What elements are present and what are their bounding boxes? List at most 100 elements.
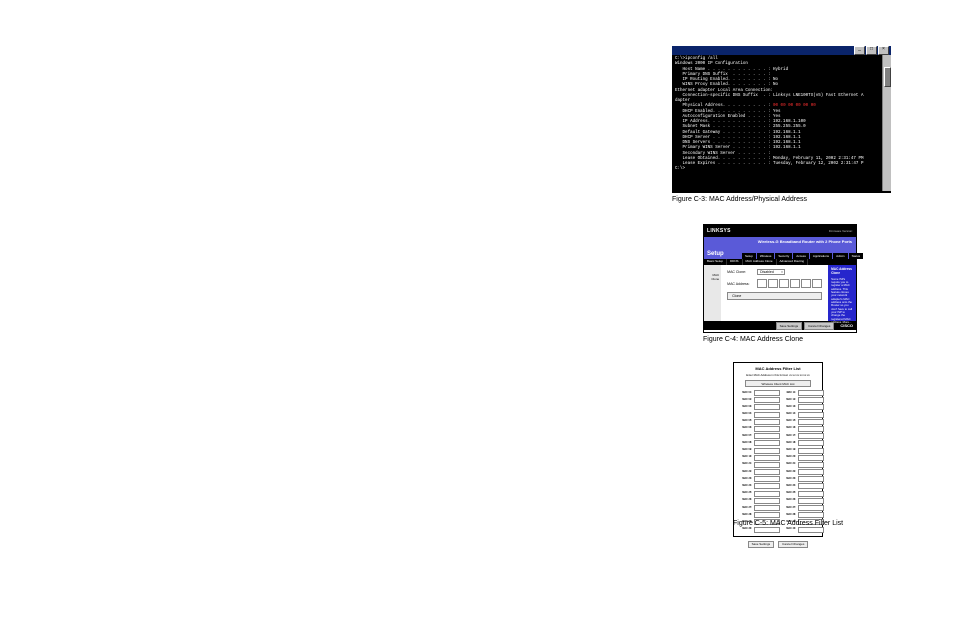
mac-input[interactable] — [754, 404, 780, 410]
scroll-thumb[interactable] — [884, 67, 891, 87]
mac-octet-input[interactable] — [812, 279, 822, 288]
product-title: Wireless-G Broadband Router with 2 Phone… — [758, 239, 852, 244]
mac-row-label: MAC 32: — [782, 469, 796, 475]
mac-row-label: MAC 08: — [738, 440, 752, 446]
maximize-button[interactable]: □ — [866, 46, 877, 55]
mac-input[interactable] — [798, 455, 824, 461]
mac-input[interactable] — [754, 491, 780, 497]
mac-input[interactable] — [754, 448, 780, 454]
mac-input[interactable] — [798, 440, 824, 446]
mac-row-label: MAC 05: — [738, 419, 752, 425]
save-settings-button[interactable]: Save Settings — [776, 322, 803, 330]
mac-filter-panel: MAC Address Filter List Enter MAC Addres… — [733, 362, 823, 537]
mac-input[interactable] — [754, 397, 780, 403]
mac-input[interactable] — [798, 448, 824, 454]
main-tab[interactable]: Security — [775, 253, 792, 259]
mac-input[interactable] — [754, 440, 780, 446]
main-tab[interactable]: Applications — [810, 253, 832, 259]
mac-row-label: MAC 02: — [738, 397, 752, 403]
mac-row-label: MAC 20: — [782, 455, 796, 461]
mac-input[interactable] — [754, 419, 780, 425]
mac-input[interactable] — [798, 462, 824, 468]
mac-input[interactable] — [754, 505, 780, 511]
mac-row-label: MAC 17: — [782, 433, 796, 439]
main-tab[interactable]: Admin — [833, 253, 848, 259]
mac-input[interactable] — [754, 455, 780, 461]
mac-row-label: MAC 01: — [738, 390, 752, 396]
cancel-changes-button[interactable]: Cancel Changes — [804, 322, 834, 330]
mac-row-label: MAC 26: — [738, 498, 752, 504]
mac-row-label: MAC 37: — [782, 505, 796, 511]
mac-input[interactable] — [798, 412, 824, 418]
mac-input[interactable] — [798, 419, 824, 425]
main-tabs: SetupWirelessSecurityAccessApplicationsA… — [742, 253, 864, 259]
mac-row-label: MAC 25: — [738, 491, 752, 497]
mac-octet-input[interactable] — [779, 279, 789, 288]
mac-row-label: MAC 23: — [738, 476, 752, 482]
mac-octet-input[interactable] — [790, 279, 800, 288]
mac-input[interactable] — [798, 527, 824, 533]
mac-input[interactable] — [798, 498, 824, 504]
mac-input[interactable] — [798, 483, 824, 489]
mac-row-label: MAC 24: — [738, 483, 752, 489]
scrollbar[interactable] — [882, 55, 891, 191]
help-text: Some ISPs require you to register a MAC … — [831, 278, 853, 325]
mac-input[interactable] — [754, 426, 780, 432]
page: _ □ × C:\>ipconfig /allWindows 2000 IP C… — [0, 0, 954, 618]
mac-row-label: MAC 33: — [782, 476, 796, 482]
mac-input[interactable] — [798, 426, 824, 432]
mac-input[interactable] — [754, 469, 780, 475]
mac-octet-input[interactable] — [757, 279, 767, 288]
mac-clone-select[interactable]: Disabled — [757, 269, 785, 275]
wireless-client-list-button[interactable]: Wireless Client MAC List — [745, 380, 811, 387]
main-tab[interactable]: Status — [849, 253, 864, 259]
cmd-titlebar: _ □ × — [672, 46, 891, 55]
mac-row-label: MAC 36: — [782, 498, 796, 504]
mac-input[interactable] — [754, 462, 780, 468]
mac-input[interactable] — [798, 469, 824, 475]
main-tab[interactable]: Setup — [742, 253, 756, 259]
mac-input[interactable] — [754, 433, 780, 439]
mac-row-label: MAC 21: — [738, 462, 752, 468]
mac-input[interactable] — [798, 397, 824, 403]
save-settings-button[interactable]: Save Settings — [748, 541, 775, 548]
figure-caption-1: Figure C-3: MAC Address/Physical Address — [672, 196, 807, 203]
mac-address-label: MAC Address: — [727, 282, 757, 286]
mac-input[interactable] — [798, 491, 824, 497]
mac-input[interactable] — [798, 433, 824, 439]
mac-input[interactable] — [754, 476, 780, 482]
cmd-output: C:\>ipconfig /allWindows 2000 IP Configu… — [672, 55, 891, 193]
close-button[interactable]: × — [878, 46, 889, 55]
mac-input[interactable] — [754, 412, 780, 418]
mac-input[interactable] — [798, 505, 824, 511]
mac-row-label: MAC 06: — [738, 426, 752, 432]
mac-input[interactable] — [754, 390, 780, 396]
figure-caption-2: Figure C-4: MAC Address Clone — [703, 336, 803, 343]
main-tab[interactable]: Access — [793, 253, 809, 259]
clone-button[interactable]: Clone — [727, 292, 822, 300]
mac-octet-input[interactable] — [768, 279, 778, 288]
main-tab[interactable]: Wireless — [757, 253, 775, 259]
mac-row-label: MAC 28: — [738, 512, 752, 518]
mac-input[interactable] — [754, 512, 780, 518]
mac-input[interactable] — [798, 390, 824, 396]
mac-input[interactable] — [798, 476, 824, 482]
mac-input[interactable] — [798, 512, 824, 518]
mac-octet-input[interactable] — [801, 279, 811, 288]
mac-input[interactable] — [754, 483, 780, 489]
mac-input[interactable] — [754, 527, 780, 533]
mac-filter-sub: Enter MAC Address in this format: xx:xx:… — [738, 373, 818, 377]
mac-row-label: MAC 15: — [782, 419, 796, 425]
mac-input[interactable] — [754, 498, 780, 504]
router-banner: Wireless-G Broadband Router with 2 Phone… — [704, 237, 856, 259]
mac-row-label: MAC 19: — [782, 448, 796, 454]
firmware-label: Firmware Version: — [829, 229, 853, 233]
figure-caption-3: Figure C-5: MAC Address Filter List — [733, 520, 843, 527]
mac-row-label: MAC 31: — [782, 462, 796, 468]
cancel-changes-button[interactable]: Cancel Changes — [778, 541, 808, 548]
mac-row-label: MAC 22: — [738, 469, 752, 475]
mac-row-label: MAC 30: — [738, 527, 752, 533]
minimize-button[interactable]: _ — [854, 46, 865, 55]
mac-row-label: MAC 34: — [782, 483, 796, 489]
mac-input[interactable] — [798, 404, 824, 410]
